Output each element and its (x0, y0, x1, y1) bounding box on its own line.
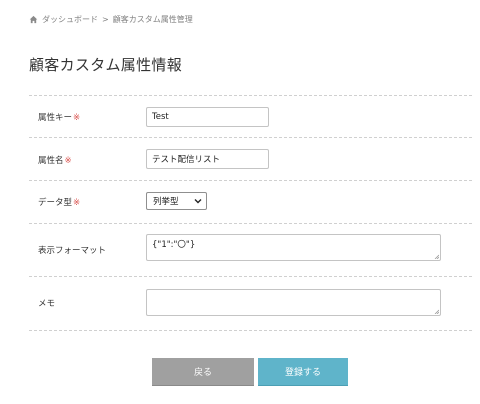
attribute-key-label-text: 属性キー (38, 113, 73, 123)
submit-button[interactable]: 登録する (258, 358, 348, 385)
chevron-down-icon (194, 198, 202, 204)
form-divider (29, 223, 472, 224)
form-divider (29, 330, 472, 331)
data-type-selected-value: 列挙型 (153, 197, 179, 207)
required-mark: ※ (64, 156, 72, 166)
attribute-name-label-text: 属性名 (38, 156, 64, 166)
breadcrumb: ダッシュボード > 顧客カスタム属性管理 (29, 12, 193, 26)
breadcrumb-current: 顧客カスタム属性管理 (112, 14, 193, 24)
form-divider (29, 180, 472, 181)
data-type-label: データ型※ (38, 196, 80, 208)
required-mark: ※ (73, 198, 81, 208)
page-title: 顧客カスタム属性情報 (29, 56, 183, 74)
display-format-label-text: 表示フォーマット (38, 246, 107, 256)
display-format-textarea[interactable]: {"1":"〇"} (146, 234, 441, 261)
data-type-label-text: データ型 (38, 198, 73, 208)
form-divider (29, 276, 472, 277)
memo-label-text: メモ (38, 299, 56, 309)
attribute-name-label: 属性名※ (38, 154, 72, 166)
attribute-key-input[interactable] (146, 107, 269, 127)
memo-label: メモ (38, 297, 55, 309)
attribute-key-label: 属性キー※ (38, 111, 80, 123)
attribute-name-input[interactable] (146, 149, 269, 169)
data-type-select[interactable]: 列挙型 (146, 192, 207, 210)
back-button[interactable]: 戻る (152, 358, 254, 385)
display-format-label: 表示フォーマット (38, 244, 106, 256)
breadcrumb-separator: > (102, 14, 109, 24)
home-icon[interactable] (29, 15, 38, 24)
form-divider (29, 137, 472, 138)
required-mark: ※ (73, 113, 81, 123)
memo-textarea[interactable] (146, 289, 441, 316)
breadcrumb-dashboard-link[interactable]: ダッシュボード (42, 14, 98, 25)
form-divider (29, 95, 472, 96)
